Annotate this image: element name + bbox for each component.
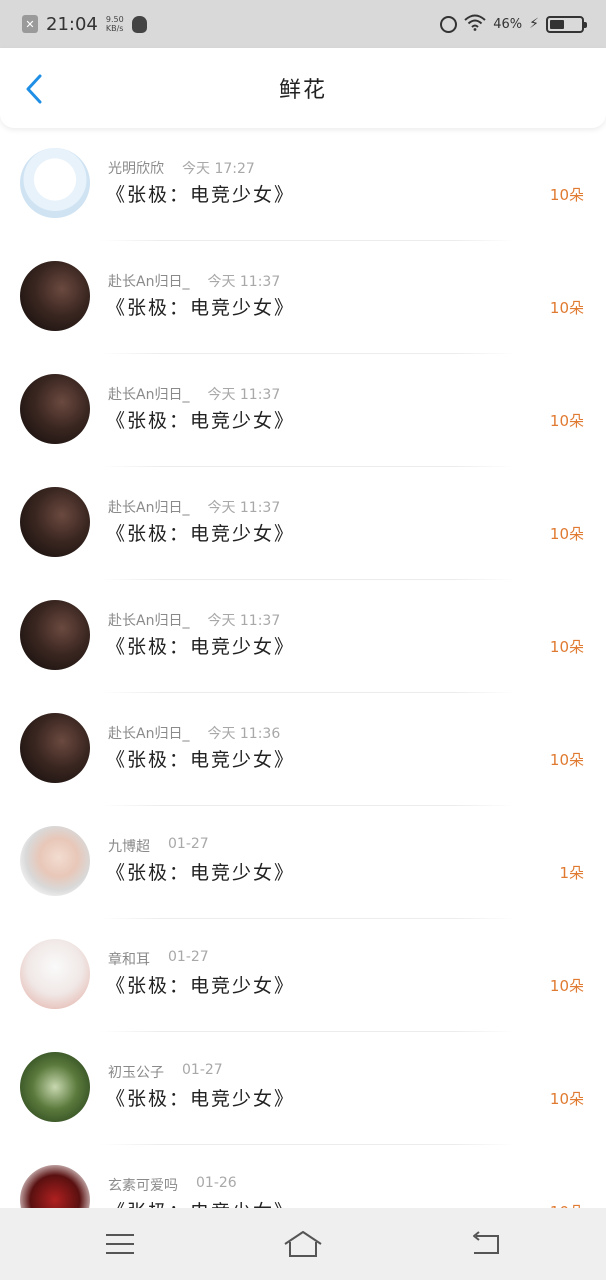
home-button[interactable] <box>283 1224 323 1264</box>
timestamp: 01-27 <box>168 836 209 852</box>
avatar[interactable] <box>20 487 90 557</box>
avatar[interactable] <box>20 600 90 670</box>
timestamp: 今天 11:37 <box>207 613 281 629</box>
book-title: 《张极：电竞少女》 <box>106 636 296 658</box>
book-title: 《张极：电竞少女》 <box>106 410 296 432</box>
list-item[interactable]: 赴长An归日_ 今天 11:37 《张极：电竞少女》 10朵 <box>0 354 606 467</box>
item-meta: 章和耳 01-27 <box>108 949 209 969</box>
flower-count: 10朵 <box>549 638 584 656</box>
item-meta: 光明欣欣 今天 17:27 <box>108 158 255 178</box>
item-meta: 玄素可爱吗 01-26 <box>108 1175 237 1195</box>
return-icon <box>473 1231 499 1254</box>
menu-button[interactable] <box>100 1224 140 1264</box>
list-item[interactable]: 章和耳 01-27 《张极：电竞少女》 10朵 <box>0 919 606 1032</box>
flower-count: 10朵 <box>549 977 584 995</box>
user-name: 赴长An归日_ <box>108 726 190 742</box>
status-time: 21:04 <box>46 13 98 35</box>
user-name: 赴长An归日_ <box>108 387 190 403</box>
chevron-left-icon <box>26 74 42 104</box>
list-item[interactable]: 赴长An归日_ 今天 11:36 《张极：电竞少女》 10朵 <box>0 693 606 806</box>
timestamp: 今天 11:37 <box>207 274 281 290</box>
notification-close-icon: ✕ <box>22 15 38 33</box>
timestamp: 01-26 <box>196 1175 237 1191</box>
network-speed-unit: KB/s <box>105 24 124 33</box>
home-icon <box>284 1231 322 1257</box>
timestamp: 今天 17:27 <box>182 161 255 177</box>
list-item[interactable]: 光明欣欣 今天 17:27 《张极：电竞少女》 10朵 <box>0 128 606 241</box>
timestamp: 今天 11:37 <box>207 500 281 516</box>
flower-count: 10朵 <box>549 299 584 317</box>
list-item[interactable]: 玄素可爱吗 01-26 《张极：电竞少女》 10朵 <box>0 1145 606 1208</box>
user-name: 九博超 <box>108 839 150 855</box>
item-meta: 赴长An归日_ 今天 11:37 <box>108 384 280 404</box>
page-title: 鲜花 <box>278 78 327 103</box>
status-bar: ✕ 21:04 9.50 KB/s 46% ⚡ <box>0 0 606 48</box>
book-title: 《张极：电竞少女》 <box>106 749 296 771</box>
avatar[interactable] <box>20 939 90 1009</box>
user-name: 赴长An归日_ <box>108 613 190 629</box>
avatar[interactable] <box>20 148 90 218</box>
menu-icon <box>106 1234 134 1254</box>
flower-count: 10朵 <box>549 525 584 543</box>
book-title: 《张极：电竞少女》 <box>106 523 296 545</box>
timestamp: 01-27 <box>182 1062 223 1078</box>
user-name: 赴长An归日_ <box>108 500 190 516</box>
flower-count: 10朵 <box>549 186 584 204</box>
wifi-icon <box>464 14 486 34</box>
battery-percent: 46% <box>493 16 523 32</box>
item-meta: 赴长An归日_ 今天 11:37 <box>108 497 280 517</box>
qq-icon <box>131 15 147 33</box>
list-item[interactable]: 初玉公子 01-27 《张极：电竞少女》 10朵 <box>0 1032 606 1145</box>
return-button[interactable] <box>466 1224 506 1264</box>
charging-icon: ⚡ <box>529 16 539 32</box>
item-meta: 赴长An归日_ 今天 11:36 <box>108 723 280 743</box>
book-title: 《张极：电竞少女》 <box>106 1088 296 1110</box>
user-name: 赴长An归日_ <box>108 274 190 290</box>
avatar[interactable] <box>20 1052 90 1122</box>
book-title: 《张极：电竞少女》 <box>106 862 296 884</box>
item-meta: 初玉公子 01-27 <box>108 1062 223 1082</box>
network-speed-value: 9.50 <box>105 15 124 24</box>
flower-count: 10朵 <box>550 1201 584 1208</box>
flower-count: 10朵 <box>549 412 584 430</box>
flower-count: 10朵 <box>549 1090 584 1108</box>
list-item[interactable]: 赴长An归日_ 今天 11:37 《张极：电竞少女》 10朵 <box>0 467 606 580</box>
timestamp: 01-27 <box>168 949 209 965</box>
system-nav-bar <box>0 1208 606 1280</box>
book-title: 《张极：电竞少女》 <box>106 184 296 206</box>
battery-icon <box>546 15 587 33</box>
alarm-icon <box>440 15 458 33</box>
avatar[interactable] <box>20 1165 90 1208</box>
flower-count: 1朵 <box>559 864 584 882</box>
user-name: 玄素可爱吗 <box>108 1178 178 1194</box>
book-title: 《张极：电竞少女》 <box>106 297 296 319</box>
header: 鲜花 <box>0 48 606 128</box>
avatar[interactable] <box>20 374 90 444</box>
avatar[interactable] <box>20 713 90 783</box>
user-name: 光明欣欣 <box>108 161 164 177</box>
item-meta: 九博超 01-27 <box>108 836 209 856</box>
gift-list: 光明欣欣 今天 17:27 《张极：电竞少女》 10朵 赴长An归日_ 今天 11:37 《… <box>0 128 606 1208</box>
avatar[interactable] <box>20 261 90 331</box>
item-meta: 赴长An归日_ 今天 11:37 <box>108 271 280 291</box>
list-item[interactable]: 九博超 01-27 《张极：电竞少女》 1朵 <box>0 806 606 919</box>
list-item[interactable]: 赴长An归日_ 今天 11:37 《张极：电竞少女》 10朵 <box>0 241 606 354</box>
item-meta: 赴长An归日_ 今天 11:37 <box>108 610 280 630</box>
book-title: 《张极：电竞少女》 <box>106 975 296 997</box>
avatar[interactable] <box>20 826 90 896</box>
timestamp: 今天 11:36 <box>207 726 281 742</box>
flower-count: 10朵 <box>549 751 584 769</box>
book-title: 《张极：电竞少女》 <box>106 1197 295 1208</box>
user-name: 章和耳 <box>108 952 150 968</box>
network-speed: 9.50 KB/s <box>106 15 124 33</box>
back-button[interactable] <box>18 72 50 106</box>
user-name: 初玉公子 <box>108 1065 164 1081</box>
list-item[interactable]: 赴长An归日_ 今天 11:37 《张极：电竞少女》 10朵 <box>0 580 606 693</box>
timestamp: 今天 11:37 <box>207 387 281 403</box>
